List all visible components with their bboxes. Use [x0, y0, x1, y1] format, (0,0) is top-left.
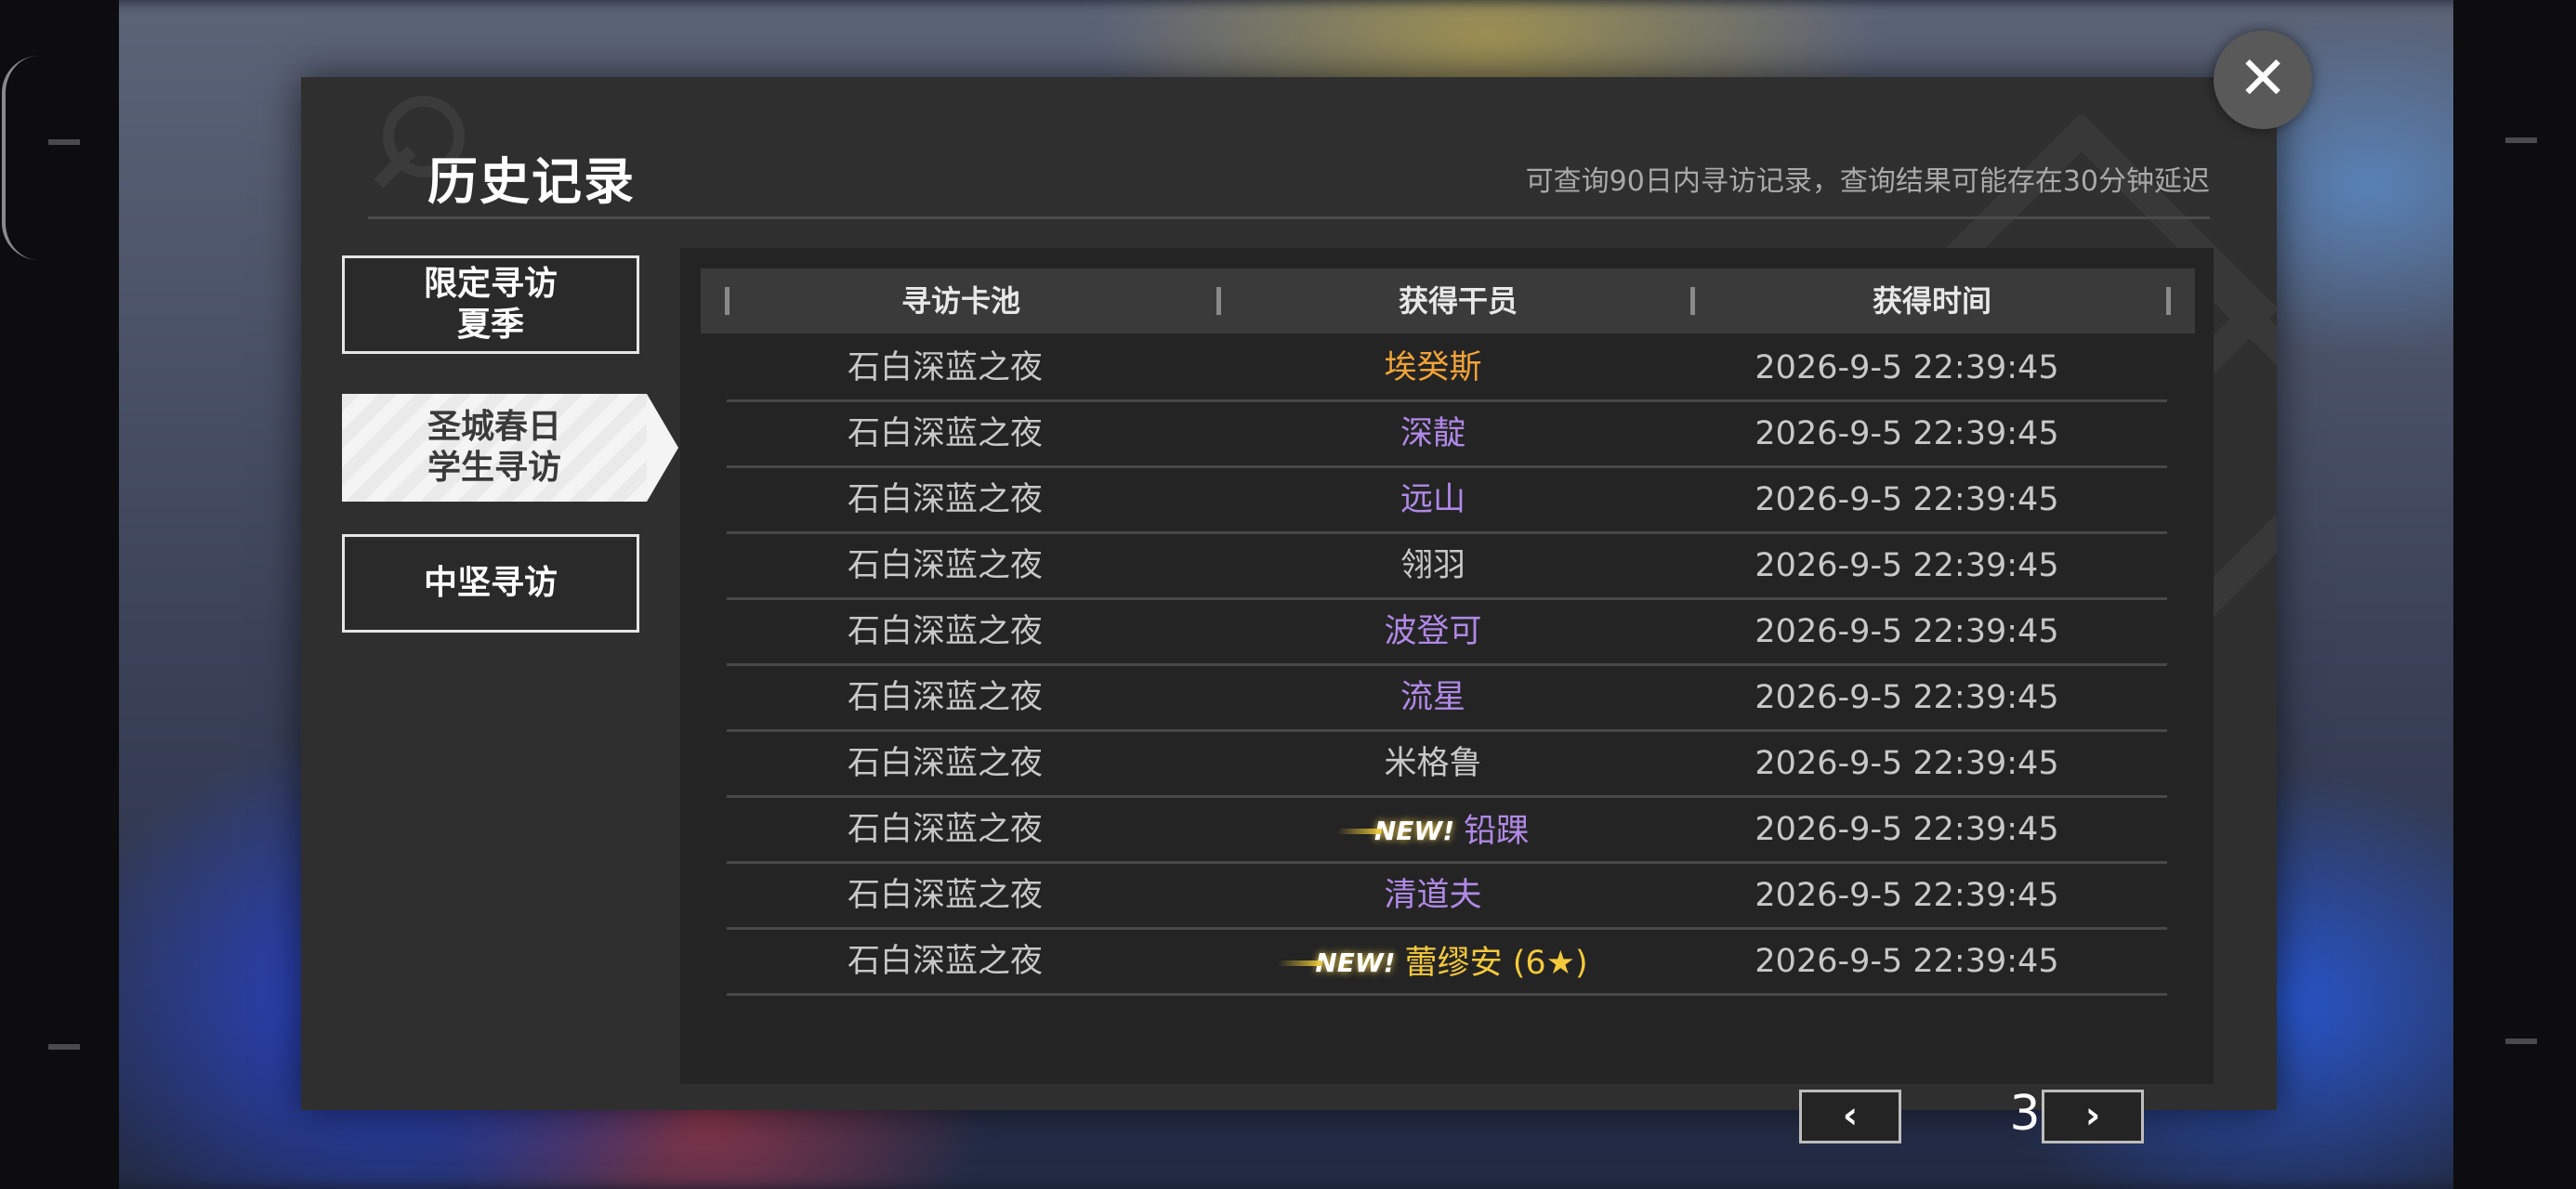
close-icon: ✕: [2238, 45, 2288, 113]
pool-cell: 石白深蓝之夜: [847, 679, 1043, 716]
column-header-pool: 寻访卡池: [900, 283, 1020, 319]
operator-cell: 翎羽: [1210, 534, 1656, 597]
operator-name: 米格鲁: [1384, 745, 1482, 782]
frame-tick: [48, 139, 80, 145]
operator-cell: NEW! 铅踝: [1210, 798, 1656, 861]
tab-limited-summer[interactable]: 限定寻访 夏季: [342, 255, 639, 354]
table-row: 石白深蓝之夜 深靛 2026-9-5 22:39:45: [727, 402, 2167, 468]
frame-tick: [2505, 1039, 2537, 1044]
table-row: 石白深蓝之夜 远山 2026-9-5 22:39:45: [727, 468, 2167, 534]
operator-name: 埃癸斯: [1384, 349, 1482, 386]
operator-name: 蕾缪安 (6★): [1404, 945, 1588, 982]
operator-name: 远山: [1400, 481, 1465, 518]
operator-name: 翎羽: [1400, 547, 1465, 584]
table-row: 石白深蓝之夜 米格鲁 2026-9-5 22:39:45: [727, 732, 2167, 798]
operator-wrap: 埃癸斯: [1384, 336, 1481, 399]
tab-label-line2: 夏季: [456, 306, 524, 344]
operator-wrap: 清道夫: [1384, 864, 1481, 927]
column-header-operator: 获得干员: [1398, 283, 1518, 319]
new-badge: NEW!: [1336, 800, 1454, 863]
pool-cell: 石白深蓝之夜: [847, 943, 1043, 980]
frame-tick: [48, 1044, 80, 1050]
pool-cell: 石白深蓝之夜: [847, 349, 1043, 386]
time-cell: 2026-9-5 22:39:45: [1755, 679, 2059, 716]
table-row: 石白深蓝之夜 流星 2026-9-5 22:39:45: [727, 666, 2167, 732]
operator-cell: 清道夫: [1210, 864, 1656, 927]
history-dialog: 历史记录 可查询90日内寻访记录，查询结果可能存在30分钟延迟 限定寻访 夏季 …: [301, 31, 2312, 1143]
time-cell: 2026-9-5 22:39:45: [1755, 877, 2059, 914]
next-page-button[interactable]: ›: [2042, 1090, 2144, 1143]
tab-label-line2: 学生寻访: [427, 449, 561, 487]
pool-cell: 石白深蓝之夜: [847, 547, 1043, 584]
table-row: 石白深蓝之夜 清道夫 2026-9-5 22:39:45: [727, 864, 2167, 930]
pool-cell: 石白深蓝之夜: [847, 415, 1043, 452]
operator-name: 波登可: [1384, 613, 1482, 650]
operator-cell: 深靛: [1210, 402, 1656, 465]
operator-cell: 远山: [1210, 468, 1656, 531]
time-cell: 2026-9-5 22:39:45: [1755, 481, 2059, 518]
header-separator: [2166, 287, 2171, 315]
chevron-left-icon: ‹: [1842, 1094, 1859, 1137]
tab-label-line1: 限定寻访: [423, 265, 558, 303]
time-cell: 2026-9-5 22:39:45: [1755, 943, 2059, 980]
row-divider: [727, 993, 2167, 996]
column-header-time: 获得时间: [1872, 283, 1991, 319]
tab-holy-city-spring[interactable]: 圣城春日 学生寻访: [342, 394, 678, 502]
right-frame: [2453, 0, 2576, 1189]
tab-label-line1: 中坚寻访: [423, 564, 558, 602]
frame-tick: [2505, 137, 2537, 143]
operator-wrap: NEW! 铅踝: [1336, 800, 1530, 863]
edge-arc: [2, 56, 43, 260]
operator-wrap: 米格鲁: [1384, 732, 1481, 795]
chevron-right-icon: ›: [2084, 1094, 2101, 1137]
time-cell: 2026-9-5 22:39:45: [1755, 415, 2059, 452]
pool-cell: 石白深蓝之夜: [847, 613, 1043, 650]
pool-cell: 石白深蓝之夜: [847, 745, 1043, 782]
pool-cell: 石白深蓝之夜: [847, 877, 1043, 914]
operator-cell: 埃癸斯: [1210, 336, 1656, 399]
tab-label-line1: 圣城春日: [427, 408, 561, 446]
tab-standard[interactable]: 中坚寻访: [342, 534, 639, 633]
dialog-subtitle: 可查询90日内寻访记录，查询结果可能存在30分钟延迟: [1525, 165, 2210, 198]
operator-cell: 米格鲁: [1210, 732, 1656, 795]
close-button[interactable]: ✕: [2214, 31, 2312, 129]
prev-page-button[interactable]: ‹: [1799, 1090, 1901, 1143]
operator-wrap: 远山: [1400, 468, 1465, 531]
left-frame: [0, 0, 119, 1189]
operator-wrap: 深靛: [1400, 402, 1465, 465]
operator-cell: 波登可: [1210, 600, 1656, 663]
time-cell: 2026-9-5 22:39:45: [1755, 811, 2059, 848]
table-row: 石白深蓝之夜 埃癸斯 2026-9-5 22:39:45: [727, 336, 2167, 402]
operator-cell: NEW! 蕾缪安 (6★): [1210, 930, 1656, 993]
title-divider: [368, 216, 2210, 219]
pool-cell: 石白深蓝之夜: [847, 811, 1043, 848]
operator-name: 铅踝: [1464, 813, 1530, 850]
table-row: 石白深蓝之夜 NEW! 铅踝 2026-9-5 22:39:45: [727, 798, 2167, 864]
operator-wrap: 流星: [1400, 666, 1465, 729]
operator-name: 流星: [1400, 679, 1465, 716]
table-row: 石白深蓝之夜 NEW! 蕾缪安 (6★) 2026-9-5 22:39:45: [727, 930, 2167, 996]
time-cell: 2026-9-5 22:39:45: [1755, 745, 2059, 782]
operator-wrap: 波登可: [1384, 600, 1481, 663]
time-cell: 2026-9-5 22:39:45: [1755, 613, 2059, 650]
operator-wrap: NEW! 蕾缪安 (6★): [1278, 932, 1588, 995]
new-badge: NEW!: [1278, 932, 1396, 995]
operator-cell: 流星: [1210, 666, 1656, 729]
table-row: 石白深蓝之夜 翎羽 2026-9-5 22:39:45: [727, 534, 2167, 600]
operator-wrap: 翎羽: [1400, 534, 1465, 597]
table-header: 寻访卡池 获得干员 获得时间: [701, 268, 2195, 333]
dialog-title: 历史记录: [427, 152, 636, 211]
operator-name: 深靛: [1400, 415, 1465, 452]
records-panel: 寻访卡池 获得干员 获得时间 石白深蓝之夜 埃癸斯 2026-9-5 22:39:4…: [680, 248, 2214, 1084]
time-cell: 2026-9-5 22:39:45: [1755, 547, 2059, 584]
table-row: 石白深蓝之夜 波登可 2026-9-5 22:39:45: [727, 600, 2167, 666]
pool-cell: 石白深蓝之夜: [847, 481, 1043, 518]
time-cell: 2026-9-5 22:39:45: [1755, 349, 2059, 386]
operator-name: 清道夫: [1384, 877, 1482, 914]
